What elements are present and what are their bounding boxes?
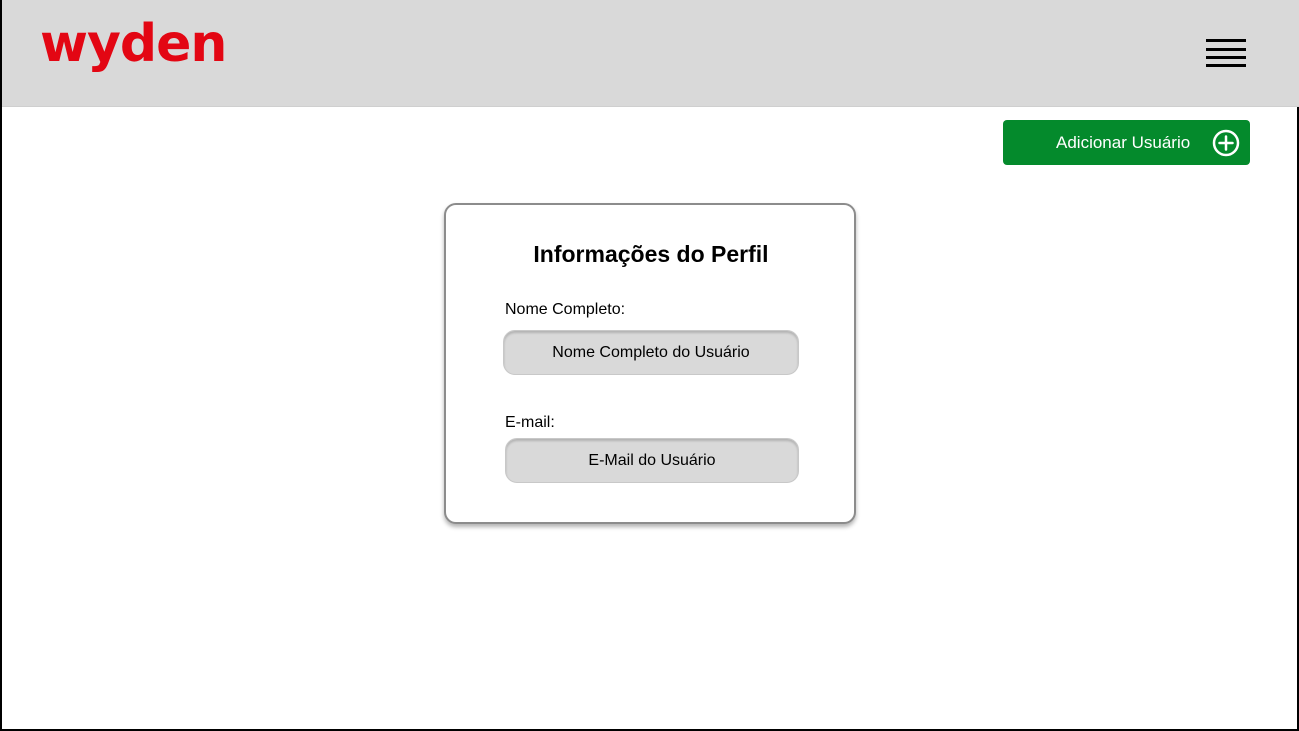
email-label: E-mail: bbox=[505, 414, 555, 431]
full-name-field[interactable]: Nome Completo do Usuário bbox=[503, 330, 799, 375]
profile-card: Informações do Perfil Nome Completo: Nom… bbox=[444, 203, 856, 524]
email-field[interactable]: E-Mail do Usuário bbox=[505, 438, 799, 483]
profile-title: Informações do Perfil bbox=[533, 241, 769, 267]
app-frame: wyden Adicionar Usuário Informações do P… bbox=[0, 0, 1299, 731]
plus-circle-icon bbox=[1212, 129, 1240, 157]
top-header: wyden bbox=[2, 0, 1299, 107]
full-name-label: Nome Completo: bbox=[505, 301, 626, 318]
add-user-button[interactable]: Adicionar Usuário bbox=[1003, 120, 1250, 165]
brand-logo[interactable]: wyden bbox=[40, 18, 227, 70]
hamburger-menu-icon[interactable] bbox=[1206, 39, 1246, 69]
add-user-button-label: Adicionar Usuário bbox=[1056, 133, 1191, 152]
